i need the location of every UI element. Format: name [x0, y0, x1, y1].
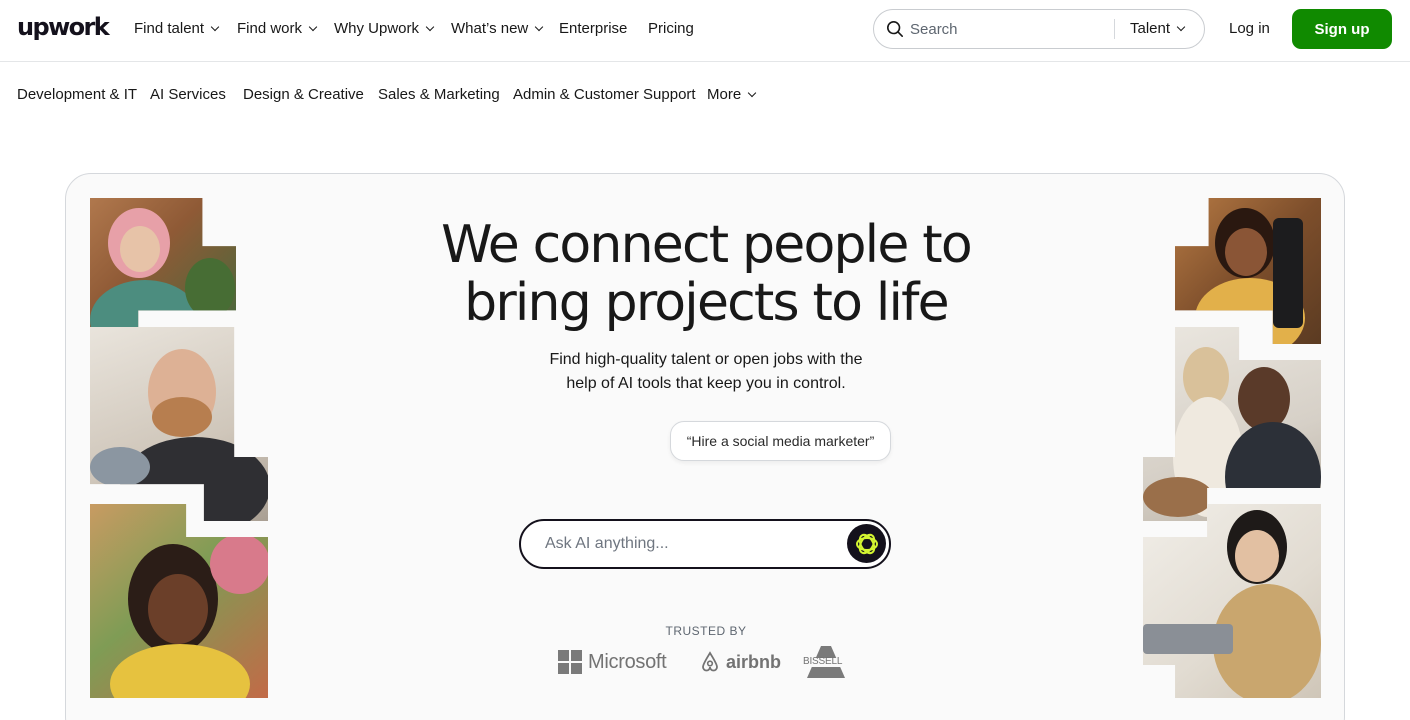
photo-woman-pink-hair: [90, 198, 236, 344]
search-input[interactable]: [910, 18, 1110, 40]
upwork-logo[interactable]: upwork: [17, 13, 110, 41]
hero-subheading-line2: help of AI tools that keep you in contro…: [566, 375, 846, 392]
trusted-by-label: TRUSTED BY: [665, 624, 747, 638]
microsoft-grid-icon: [558, 650, 582, 674]
search-divider: [1114, 19, 1115, 39]
photo-woman-laptop: [1143, 504, 1321, 698]
nav-find-talent-label: Find talent: [134, 20, 205, 37]
microsoft-logo: Microsoft: [558, 650, 667, 674]
hero-subheading: Find high-quality talent or open jobs wi…: [506, 348, 906, 396]
search-scope-label: Talent: [1130, 20, 1171, 37]
category-sales-marketing[interactable]: Sales & Marketing: [378, 86, 500, 103]
trusted-logos: Microsoft airbnb BISSELL: [558, 644, 858, 684]
airbnb-logo-text: airbnb: [726, 651, 782, 672]
microsoft-logo-text: Microsoft: [588, 650, 667, 673]
category-admin-support[interactable]: Admin & Customer Support: [513, 86, 696, 103]
chevron-down-icon: [1176, 22, 1186, 31]
category-more-label: More: [707, 86, 742, 103]
nav-why-upwork-label: Why Upwork: [334, 20, 420, 37]
search-scope-dropdown[interactable]: Talent: [1130, 20, 1186, 37]
nav-pricing[interactable]: Pricing: [648, 20, 694, 37]
hero-headline-line2: bring projects to life: [464, 273, 950, 333]
bissell-logo: BISSELL: [801, 644, 853, 680]
hero-section: We connect people to bring projects to l…: [65, 173, 1345, 720]
photo-two-colleagues: [1143, 327, 1321, 521]
bissell-logo-text: BISSELL: [803, 656, 843, 667]
top-navigation: upwork Find talent Find work Why Upwork …: [0, 0, 1410, 62]
nav-find-talent[interactable]: Find talent: [134, 20, 220, 37]
nav-enterprise[interactable]: Enterprise: [559, 20, 627, 37]
login-link[interactable]: Log in: [1229, 20, 1270, 37]
airbnb-logo: airbnb: [698, 650, 781, 674]
chevron-down-icon: [747, 88, 757, 97]
nav-find-work-label: Find work: [237, 20, 303, 37]
nav-find-work[interactable]: Find work: [237, 20, 318, 37]
chevron-down-icon: [535, 22, 544, 31]
search-icon[interactable]: [886, 20, 904, 38]
hero-headline: We connect people to bring projects to l…: [381, 216, 1031, 332]
photo-man-glasses: [90, 327, 268, 521]
nav-enterprise-label: Enterprise: [559, 20, 628, 37]
category-development-it[interactable]: Development & IT: [17, 86, 137, 103]
photo-woman-tablet: [1175, 198, 1321, 344]
signup-button[interactable]: Sign up: [1292, 9, 1392, 49]
suggestion-chip[interactable]: “Hire a social media marketer”: [670, 421, 891, 461]
nav-whats-new[interactable]: What’s new: [451, 20, 544, 37]
category-design-creative[interactable]: Design & Creative: [243, 86, 364, 103]
category-ai-services[interactable]: AI Services: [150, 86, 226, 103]
category-navigation: Development & IT AI Services Design & Cr…: [0, 62, 1410, 126]
ask-ai-submit-button[interactable]: [847, 524, 886, 563]
category-more[interactable]: More: [707, 86, 757, 103]
ai-sparkle-icon: [855, 533, 878, 554]
chevron-down-icon: [210, 22, 220, 31]
nav-whats-new-label: What’s new: [451, 20, 529, 37]
chevron-down-icon: [308, 22, 318, 31]
chevron-down-icon: [425, 22, 435, 31]
nav-pricing-label: Pricing: [648, 20, 694, 37]
hero-subheading-line1: Find high-quality talent or open jobs wi…: [549, 351, 863, 368]
airbnb-belo-icon: [702, 651, 718, 672]
ask-ai-input[interactable]: [545, 533, 835, 555]
search-bar: Talent: [873, 9, 1205, 49]
hero-headline-line1: We connect people to: [441, 215, 973, 275]
ask-ai-bar: [519, 519, 891, 569]
nav-why-upwork[interactable]: Why Upwork: [334, 20, 435, 37]
photo-woman-on-phone: [90, 504, 268, 698]
